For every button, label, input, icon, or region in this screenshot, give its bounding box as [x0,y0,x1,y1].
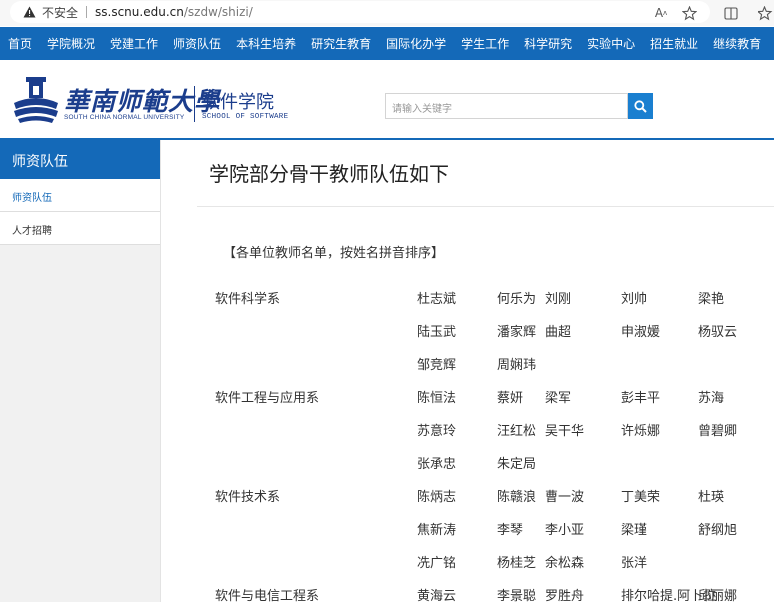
teacher-name: 丁美荣 [621,490,661,505]
search-button[interactable] [628,93,653,119]
teacher-name: 舒纲旭 [698,523,738,538]
school-name-en: SCHOOL OF SOFTWARE [202,113,289,121]
url-separator [86,6,88,18]
page-title: 学院部分骨干教师队伍如下 [209,162,449,186]
nav-faculty[interactable]: 师资队伍 [173,35,221,52]
teacher-name: 申淑媛 [621,325,661,340]
teacher-name: 杜瑛 [698,490,725,505]
teacher-name: 陈赣浪 [497,490,537,505]
teacher-name: 曾碧卿 [698,424,738,439]
teacher-name: 彭丰平 [621,391,661,406]
table-row: 软件工程与应用系 陈恒法 蔡妍 梁军 彭丰平 苏海 [161,379,774,412]
university-name-en: SOUTH CHINA NORMAL UNIVERSITY [64,114,185,121]
table-row: 陆玉武 潘家辉 曲超 申淑媛 杨驭云 [161,313,774,346]
university-emblem-icon[interactable] [12,73,60,125]
table-row: 苏意玲 汪红松 吴干华 许烁娜 曾碧卿 [161,412,774,445]
teacher-name: 何乐为 [497,292,537,307]
nav-admissions[interactable]: 招生就业 [650,35,698,52]
teacher-name: 罗胜舟 [545,589,585,602]
teacher-name: 刘帅 [621,292,648,307]
faculty-table: 软件科学系 杜志斌 何乐为 刘刚 刘帅 梁艳陆玉武 潘家辉 曲超 申淑媛 杨驭云邹竞辉 周娴玮软件工… [161,280,774,602]
insecure-label: 不安全 [42,5,79,20]
nav-lab[interactable]: 实验中心 [587,35,635,52]
sidebar-item-recruitment[interactable]: 人才招聘 [0,212,160,245]
school-name-cn: 软件学院 [202,92,274,113]
nav-party[interactable]: 党建工作 [110,35,158,52]
teacher-name: 梁瑾 [621,523,648,538]
nav-students[interactable]: 学生工作 [461,35,509,52]
teacher-name: 李景聪 [497,589,537,602]
teacher-name: 吴干华 [545,424,585,439]
university-name-cn: 華南师範大學 [64,87,221,116]
teacher-name: 曲超 [545,325,572,340]
sidebar: 师资队伍 师资队伍 人才招聘 [0,140,161,602]
url-path: /szdw/shizi/ [183,5,253,19]
teacher-name: 余松森 [545,556,585,571]
teacher-name: 苏意玲 [417,424,457,439]
teacher-name: 黄海云 [417,589,457,602]
teacher-name: 李琴 [497,523,524,538]
nav-home[interactable]: 首页 [8,35,32,52]
title-divider [197,206,774,207]
teacher-name: 朱定局 [497,457,537,472]
favorites-icon[interactable] [756,4,774,22]
nav-research[interactable]: 科学研究 [524,35,572,52]
browser-address-bar: 不安全 ss.scnu.edu.cn/szdw/shizi/ Aʌ [0,0,774,26]
teacher-name: 杜志斌 [417,292,457,307]
table-row: 焦新涛 李琴 李小亚 梁瑾 舒纲旭 [161,511,774,544]
teacher-name: 焦新涛 [417,523,457,538]
split-screen-icon[interactable] [722,4,740,22]
warning-icon [22,5,36,19]
nav-continuing[interactable]: 继续教育 [713,35,761,52]
nav-undergrad[interactable]: 本科生培养 [236,35,296,52]
department-name: 软件科学系 [215,292,281,307]
table-row: 软件与电信工程系 黄海云 李景聪 罗胜舟 排尔哈提.阿卜拉 邱丽娜 [161,577,774,602]
table-row: 软件科学系 杜志斌 何乐为 刘刚 刘帅 梁艳 [161,280,774,313]
teacher-name: 汪红松 [497,424,537,439]
main-content: 学院部分骨干教师队伍如下 【各单位教师名单，按姓名拼音排序】 软件科学系 杜志斌 何… [161,140,774,602]
url-host: ss.scnu.edu.cn [95,5,184,19]
search-icon [634,99,647,113]
teacher-name: 周娴玮 [497,358,537,373]
logo-divider [194,86,195,122]
teacher-name: 蔡妍 [497,391,524,406]
teacher-name: 冼广铭 [417,556,457,571]
teacher-name: 李小亚 [545,523,585,538]
teacher-name: 梁军 [545,391,572,406]
teacher-name: 刘刚 [545,292,572,307]
nav-graduate[interactable]: 研究生教育 [311,35,371,52]
table-row: 张承忠 朱定局 [161,445,774,478]
teacher-name: 潘家辉 [497,325,537,340]
read-aloud-icon[interactable]: Aʌ [652,4,670,22]
nav-about[interactable]: 学院概况 [47,35,95,52]
department-name: 软件与电信工程系 [215,589,320,602]
sidebar-title: 师资队伍 [0,140,160,179]
top-nav: 首页 学院概况 党建工作 师资队伍 本科生培养 研究生教育 国际化办学 学生工作… [0,27,774,60]
table-row: 冼广铭 杨桂芝 余松森 张洋 [161,544,774,577]
favorite-star-icon[interactable] [680,4,698,22]
teacher-name: 曹一波 [545,490,585,505]
teacher-name: 杨驭云 [698,325,738,340]
search-input[interactable]: 请输入关键字 [385,93,628,119]
teacher-name: 陈炳志 [417,490,457,505]
teacher-name: 张洋 [621,556,648,571]
teacher-name: 许烁娜 [621,424,661,439]
url-bar[interactable]: 不安全 ss.scnu.edu.cn/szdw/shizi/ [10,1,710,23]
table-row: 软件技术系 陈炳志 陈赣浪 曹一波 丁美荣 杜瑛 [161,478,774,511]
teacher-name: 邹竞辉 [417,358,457,373]
teacher-name: 张承忠 [417,457,457,472]
department-name: 软件工程与应用系 [215,391,320,406]
department-name: 软件技术系 [215,490,281,505]
teacher-name: 邱丽娜 [698,589,738,602]
site-header: 華南师範大學 SOUTH CHINA NORMAL UNIVERSITY 软件学… [0,60,774,138]
table-row: 邹竞辉 周娴玮 [161,346,774,379]
nav-international[interactable]: 国际化办学 [386,35,446,52]
teacher-name: 陈恒法 [417,391,457,406]
teacher-name: 苏海 [698,391,725,406]
teacher-name: 陆玉武 [417,325,457,340]
teacher-name: 杨桂芝 [497,556,537,571]
intro-text: 【各单位教师名单，按姓名拼音排序】 [223,246,445,261]
sidebar-item-faculty[interactable]: 师资队伍 [0,179,160,212]
teacher-name: 梁艳 [698,292,725,307]
